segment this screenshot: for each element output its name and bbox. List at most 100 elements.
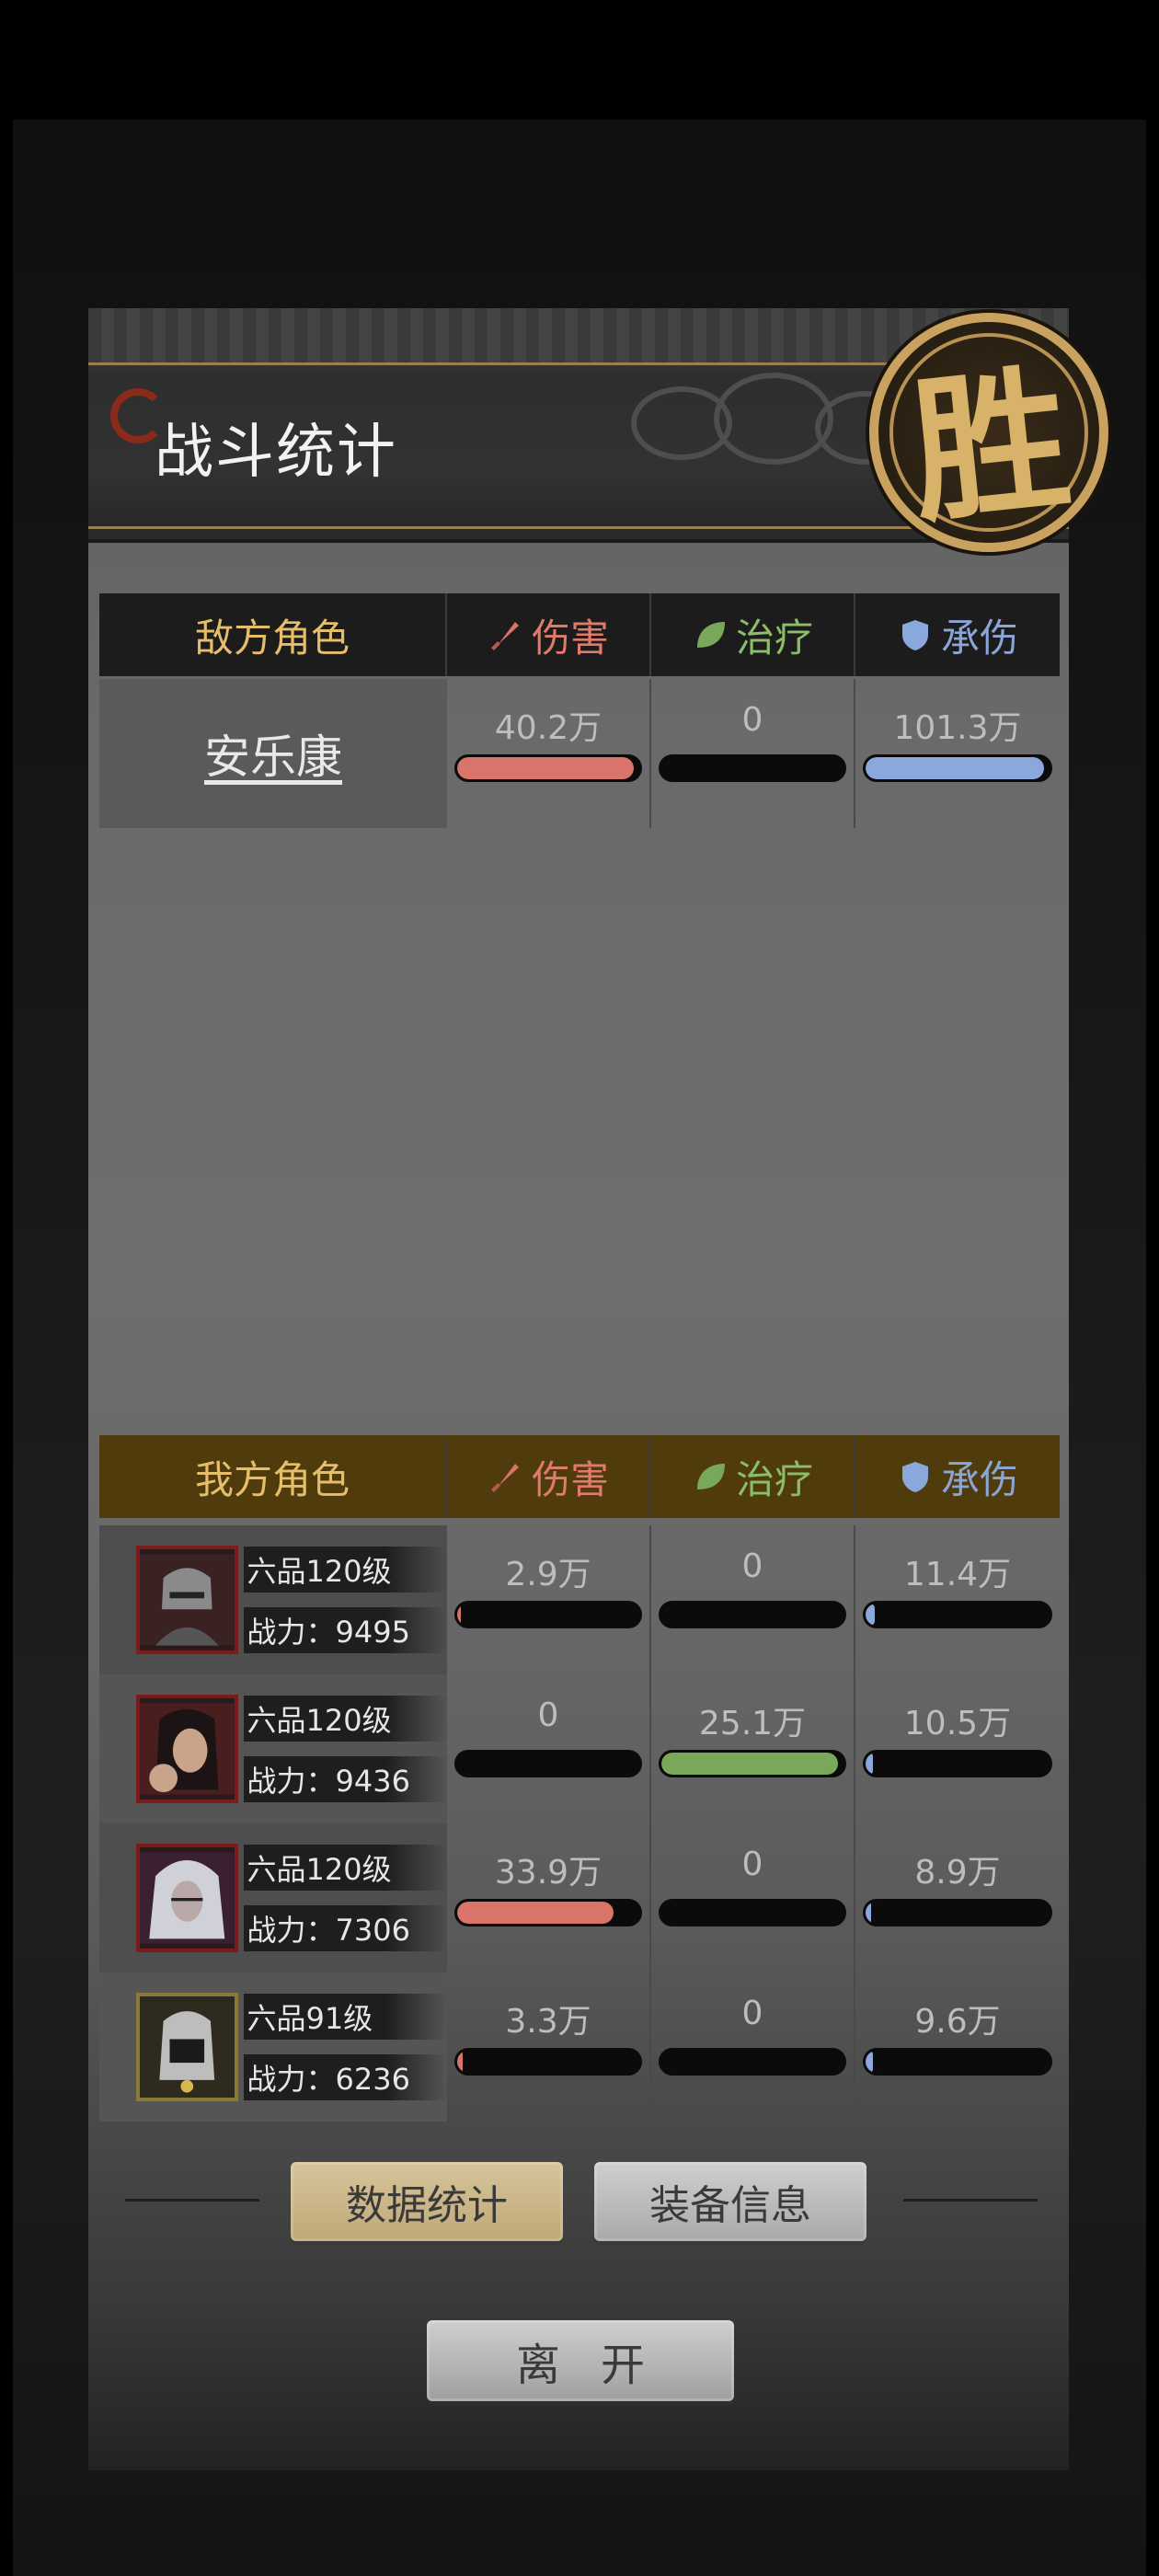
ally-row: 六品120级 战力：9495 2.9万 0 11.4万 [99,1525,1060,1674]
enemy-name-link[interactable]: 安乐康 [204,720,342,787]
tanked-value: 10.5万 [903,1705,1012,1742]
damage-bar [454,1601,642,1628]
tanked-bar [863,1750,1052,1777]
damage-cell: 0 [447,1674,651,1823]
tanked-value: 11.4万 [903,1556,1012,1593]
damage-bar [454,2048,642,2076]
divider-left [125,2199,259,2202]
tanked-cell: 10.5万 [855,1674,1060,1823]
tanked-cell: 8.9万 [855,1823,1060,1972]
tanked-bar [863,2048,1052,2076]
enemy-label-cell: 敌方角色 [99,593,447,676]
ally-damage-header: 伤害 [447,1435,651,1518]
hero-portrait-woman[interactable] [136,1695,238,1803]
healing-value: 0 [741,701,763,739]
tanked-bar [863,1601,1052,1628]
hero-power: 战力：7306 [243,1905,447,1951]
hero-cell: 六品91级 战力：6236 [99,1972,447,2122]
ally-damage-label: 伤害 [531,1456,609,1502]
damage-value: 33.9万 [494,1854,602,1892]
hero-info: 六品120级 战力：9436 [243,1696,447,1802]
hero-rank: 六品120级 [243,1845,447,1891]
tanked-bar [863,1899,1052,1926]
damage-bar-fill [457,1604,461,1626]
hero-power: 战力：9436 [243,1756,447,1802]
tanked-bar-fill [866,757,1044,779]
page-title: 战斗统计 [155,419,397,487]
tanked-bar-fill [866,1902,871,1924]
healing-bar [659,2048,846,2076]
shield-icon [901,620,928,650]
damage-cell: 3.3万 [447,1972,651,2122]
ally-header: 我方角色 伤害 治疗 承伤 [99,1435,1060,1518]
victory-glyph: 胜 [902,346,1078,546]
masked-assassin-icon [140,2001,235,2093]
healing-value: 0 [741,1846,763,1883]
enemy-row: 安乐康 40.2万 0 101.3万 [99,679,1060,828]
tanked-bar-fill [866,1604,875,1626]
hero-cell: 六品120级 战力：7306 [99,1823,447,1972]
tanked-value: 101.3万 [893,709,1022,747]
damage-cell: 33.9万 [447,1823,651,1972]
sword-icon [491,1464,519,1492]
divider-right [903,2199,1038,2202]
ally-tanked-header: 承伤 [855,1435,1060,1518]
damage-bar-fill [457,2051,463,2073]
enemy-healing-header: 治疗 [651,593,855,676]
healing-cell: 25.1万 [651,1674,855,1823]
tanked-cell: 101.3万 [855,679,1060,828]
enemy-name-cell: 安乐康 [99,679,447,828]
damage-value: 2.9万 [505,1556,591,1593]
hero-info: 六品120级 战力：7306 [243,1845,447,1951]
tanked-bar-fill [866,1753,873,1775]
tanked-cell: 11.4万 [855,1525,1060,1674]
ally-tanked-label: 承伤 [940,1456,1018,1502]
ally-row: 六品120级 战力：9436 0 25.1万 10.5万 [99,1674,1060,1823]
healing-cell: 0 [651,1972,855,2122]
hero-rank: 六品120级 [243,1547,447,1593]
hero-info: 六品91级 战力：6236 [243,1994,447,2100]
damage-bar [454,754,642,782]
enemy-tanked-header: 承伤 [855,593,1060,676]
damage-value: 40.2万 [494,709,602,747]
leaf-icon [696,1464,725,1489]
tanked-bar [863,754,1052,782]
leave-button[interactable]: 离开 [427,2320,734,2401]
damage-value: 3.3万 [505,2003,591,2041]
healing-cell: 0 [651,1823,855,1972]
healing-value: 0 [741,1547,763,1585]
damage-cell: 40.2万 [447,679,651,828]
healing-bar [659,754,846,782]
silver-haired-warrior-icon [140,1852,235,1944]
equipment-info-button[interactable]: 装备信息 [594,2162,866,2241]
tanked-bar-fill [866,2051,873,2073]
damage-bar-fill [457,1902,614,1924]
healing-value: 0 [741,1995,763,2032]
hero-portrait-helmet[interactable] [136,1546,238,1654]
healing-cell: 0 [651,679,855,828]
armored-warrior-icon [140,1554,235,1646]
hero-portrait-silver-hair[interactable] [136,1844,238,1952]
damage-bar-fill [457,757,635,779]
enemy-label: 敌方角色 [194,615,350,661]
healing-bar [659,1899,846,1926]
healing-bar [659,1601,846,1628]
enemy-header: 敌方角色 伤害 治疗 承伤 [99,593,1060,676]
victory-seal: 胜 [869,313,1108,552]
healing-value: 25.1万 [698,1705,807,1742]
shield-icon [901,1462,928,1492]
hero-rank: 六品120级 [243,1696,447,1742]
healing-cell: 0 [651,1525,855,1674]
hero-power: 战力：6236 [243,2054,447,2100]
hero-power: 战力：9495 [243,1607,447,1653]
enemy-damage-label: 伤害 [531,615,609,661]
ally-healing-header: 治疗 [651,1435,855,1518]
ally-label: 我方角色 [194,1456,350,1502]
damage-bar [454,1750,642,1777]
data-stats-button[interactable]: 数据统计 [291,2162,563,2241]
ally-label-cell: 我方角色 [99,1435,447,1518]
hero-cell: 六品120级 战力：9495 [99,1525,447,1674]
damage-bar [454,1899,642,1926]
hero-portrait-masked[interactable] [136,1993,238,2101]
damage-cell: 2.9万 [447,1525,651,1674]
